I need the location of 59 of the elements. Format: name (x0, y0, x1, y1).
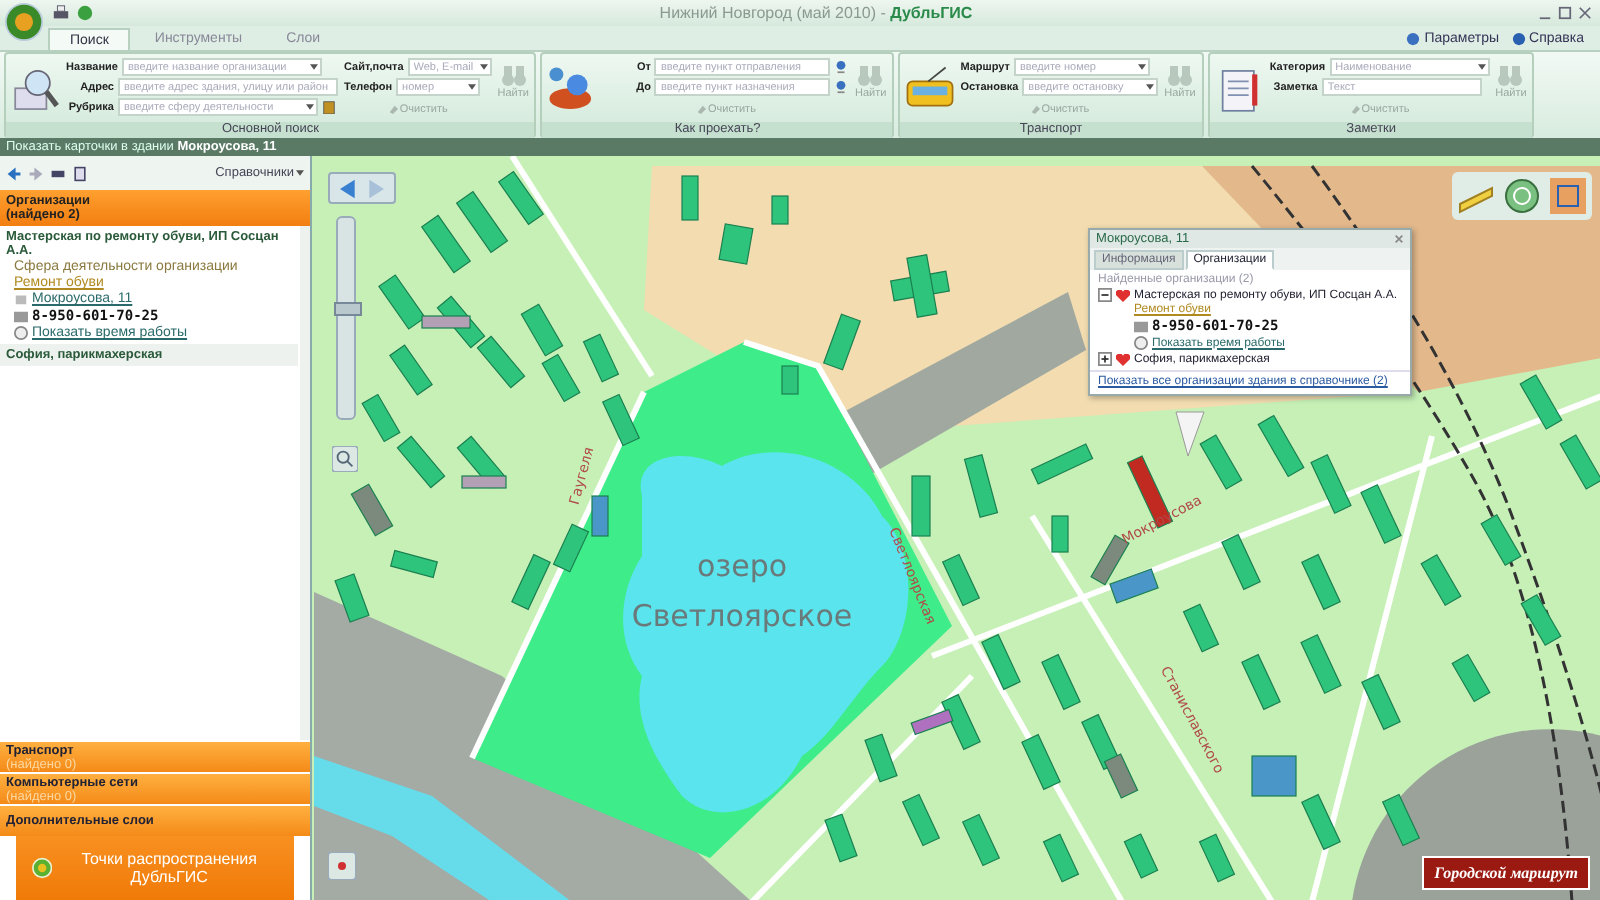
clock-icon (1134, 336, 1148, 350)
building[interactable] (910, 708, 954, 736)
eraser-icon (1029, 104, 1040, 114)
building[interactable] (981, 633, 1021, 691)
lake-label: Светлоярское (631, 598, 853, 634)
close-icon[interactable] (1394, 234, 1404, 244)
lake-label: озеро (696, 548, 788, 584)
scrollbar[interactable] (300, 226, 310, 740)
zoom-slider[interactable] (336, 216, 356, 420)
magnifier-icon[interactable] (332, 446, 358, 472)
caret-icon[interactable] (479, 64, 488, 70)
phone-icon (14, 309, 28, 323)
phone-icon (1134, 319, 1148, 333)
building[interactable] (864, 733, 898, 783)
settings-icon[interactable] (1406, 31, 1421, 45)
history-buttons[interactable] (328, 172, 396, 204)
heart-icon (1116, 353, 1130, 365)
binoculars-icon (856, 64, 885, 88)
expander-icon[interactable] (1098, 288, 1112, 302)
app-logo-icon[interactable] (4, 2, 44, 42)
logo-icon (32, 856, 53, 880)
book-icon[interactable] (322, 100, 336, 114)
caret-icon[interactable] (1146, 84, 1155, 90)
binoculars-icon (1496, 64, 1525, 88)
caret-icon[interactable] (306, 104, 314, 110)
forward-arrow-icon[interactable] (28, 165, 44, 181)
close-icon[interactable] (1578, 6, 1592, 20)
pin-icon[interactable] (834, 60, 849, 74)
building[interactable] (1360, 484, 1402, 544)
caret-icon[interactable] (1477, 64, 1486, 70)
expander-icon[interactable] (1098, 352, 1112, 366)
maximize-icon[interactable] (1558, 6, 1572, 20)
magnifier-icon (10, 64, 62, 116)
printer-icon[interactable] (50, 165, 66, 181)
pin-icon[interactable] (834, 80, 849, 94)
printer-icon[interactable] (52, 4, 70, 22)
eraser-icon (1349, 104, 1360, 114)
caret-icon (296, 170, 304, 176)
page-icon[interactable] (72, 165, 88, 181)
globe-icon[interactable] (76, 4, 94, 22)
back-arrow-icon[interactable] (6, 165, 22, 181)
heart-icon (1116, 289, 1130, 301)
caret-icon[interactable] (309, 64, 318, 70)
binoculars-icon (499, 64, 528, 88)
zoom-slider-thumb[interactable] (334, 302, 362, 316)
caret-icon[interactable] (1137, 64, 1146, 70)
eraser-icon (387, 104, 398, 114)
city-route-button[interactable]: Городской маршрут (1422, 856, 1590, 890)
caret-icon[interactable] (468, 84, 477, 90)
window-title: Нижний Новгород (май 2010) - ДубльГИС (657, 4, 975, 22)
help-icon[interactable] (1511, 31, 1526, 45)
clock-icon (14, 326, 28, 340)
popup-pointer (1175, 411, 1205, 457)
selection-icon[interactable] (1548, 176, 1588, 216)
crosshair-icon[interactable] (328, 852, 356, 880)
eraser-icon (696, 104, 706, 114)
binoculars-icon (1166, 64, 1194, 88)
building[interactable] (601, 393, 641, 447)
radar-icon[interactable] (1502, 176, 1542, 216)
